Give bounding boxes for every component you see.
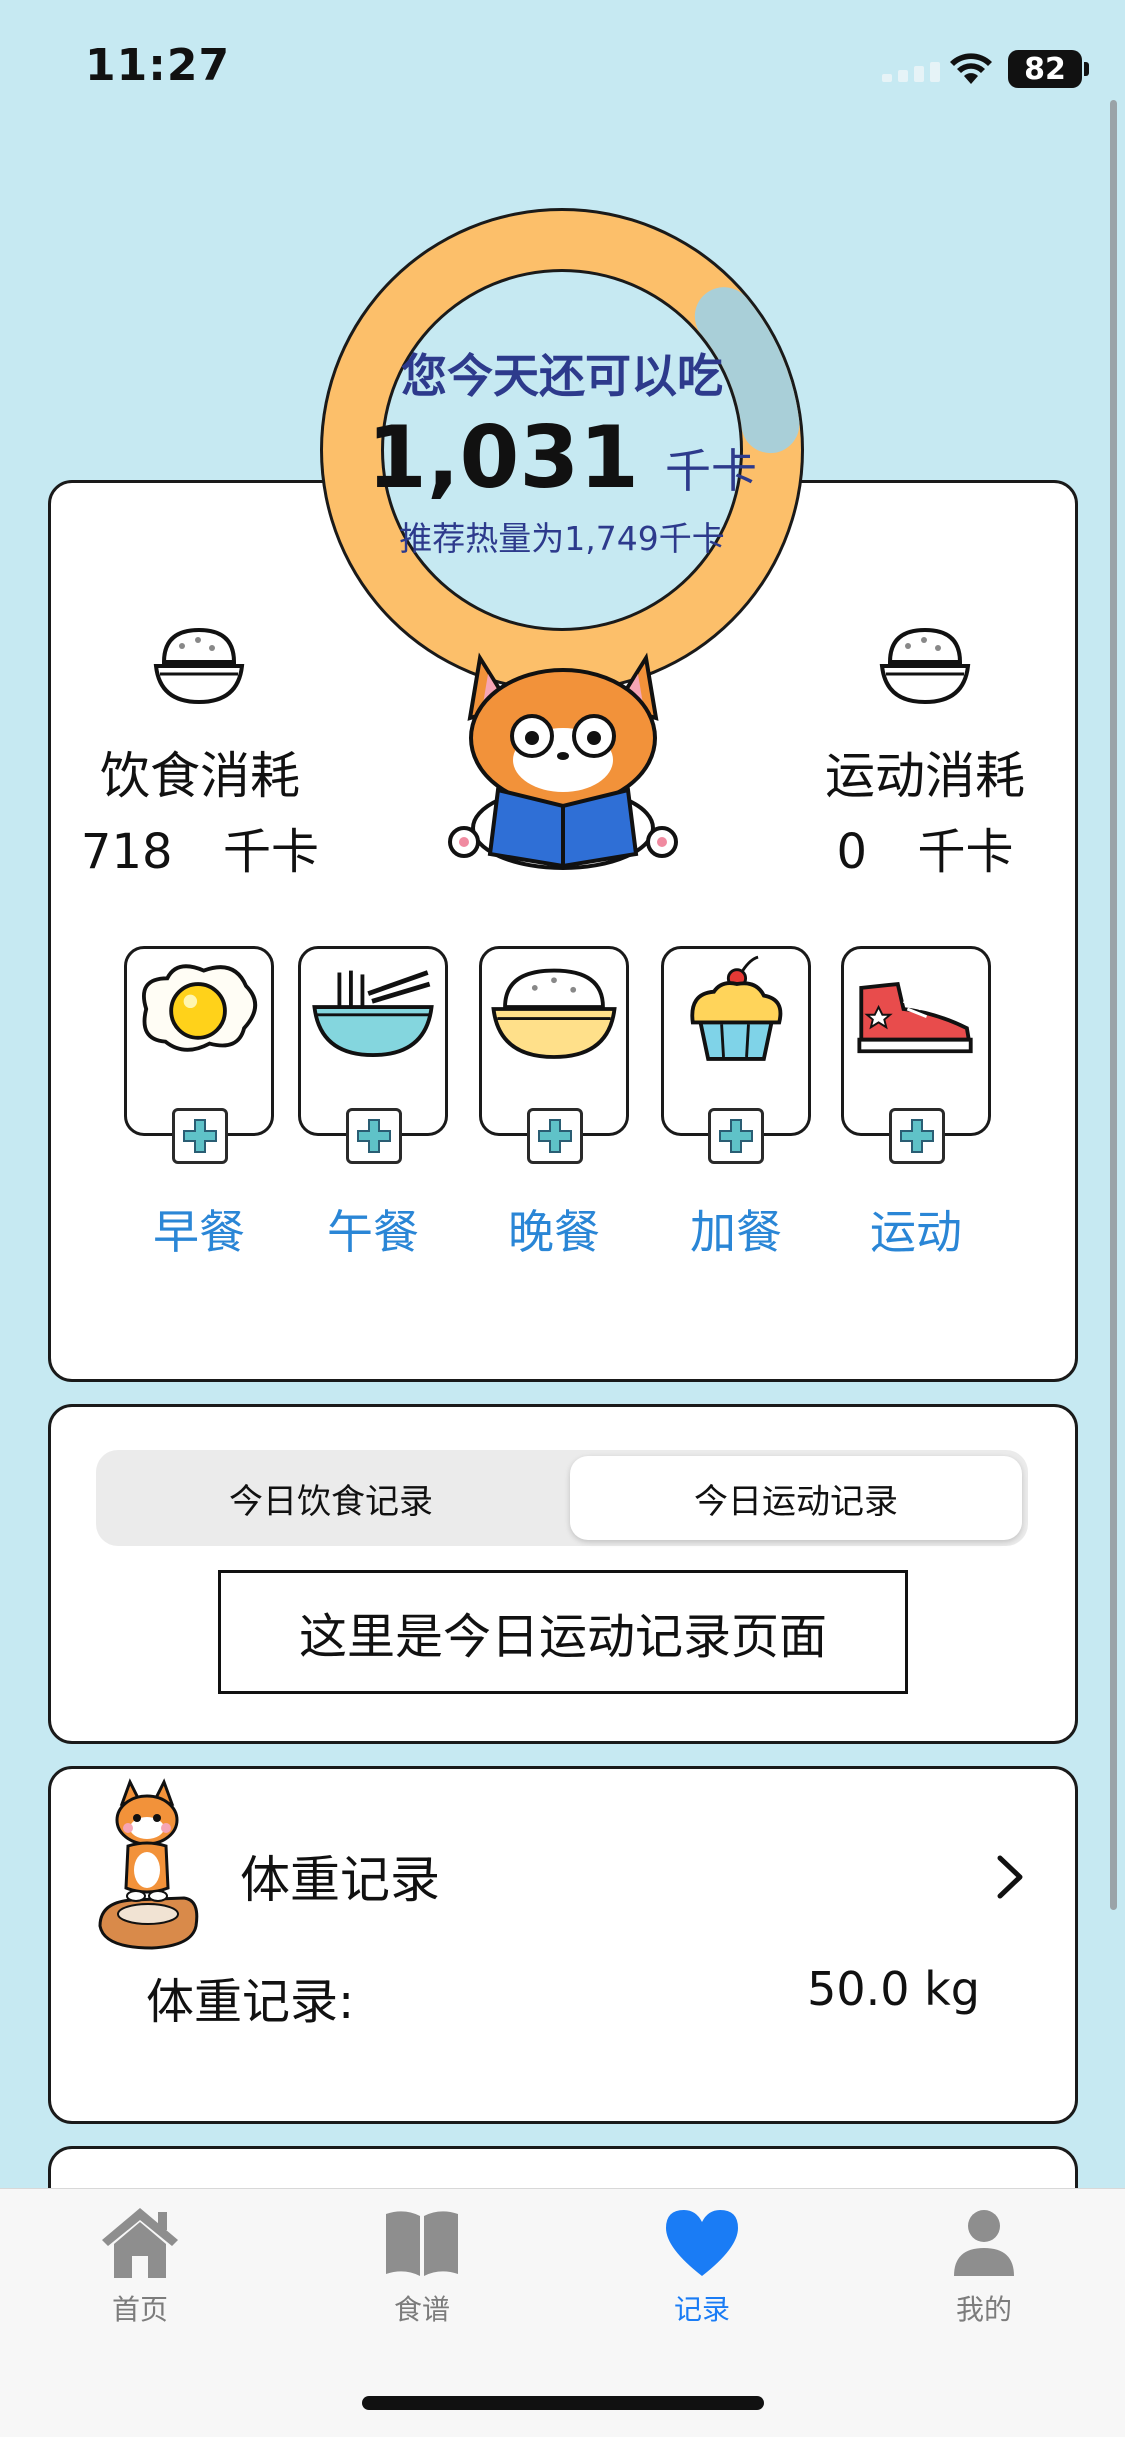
remaining-value: 1,031: [366, 408, 640, 508]
tab-records-label: 记录: [673, 2293, 730, 2326]
plus-icon: [538, 1119, 572, 1153]
plus-icon: [719, 1119, 753, 1153]
cupcake-icon: [690, 955, 783, 1061]
cat-on-scale-icon: [98, 1778, 199, 1950]
weight-value: 50.0 kg: [807, 1962, 980, 2016]
tab-recipes[interactable]: 食谱: [332, 2204, 512, 2328]
cellular-signal-icon: [882, 62, 940, 82]
tab-profile[interactable]: 我的: [894, 2204, 1074, 2328]
remaining-unit: 千卡: [665, 444, 758, 498]
tab-records[interactable]: 记录: [612, 2204, 792, 2328]
noodle-bowl-icon: [312, 970, 434, 1058]
add-dinner-button[interactable]: [527, 1108, 583, 1164]
add-lunch-button[interactable]: [346, 1108, 402, 1164]
person-icon: [954, 2210, 1014, 2276]
book-icon: [386, 2211, 458, 2276]
tab-exercise-records[interactable]: 今日运动记录: [570, 1456, 1022, 1540]
exercise-value: 0 千卡: [836, 824, 1014, 880]
tab-profile-label: 我的: [955, 2293, 1012, 2326]
exercise-label: 运动消耗: [825, 747, 1025, 805]
rice-bowl-icon: [153, 627, 245, 705]
rice-bowl-icon: [491, 968, 617, 1059]
intake-label: 饮食消耗: [100, 747, 300, 805]
meal-label-breakfast[interactable]: 早餐: [114, 1196, 284, 1262]
plus-icon: [183, 1119, 217, 1153]
recommended-calories: 推荐热量为1,749千卡: [399, 519, 725, 558]
weight-card[interactable]: [48, 1766, 1078, 2124]
sneaker-icon: [857, 981, 973, 1054]
tab-diet-records[interactable]: 今日饮食记录: [96, 1450, 566, 1546]
weight-card-title: 体重记录: [240, 1851, 440, 1909]
house-icon: [102, 2208, 178, 2278]
scroll-indicator[interactable]: [1110, 100, 1117, 1910]
cat-mascot-icon: [448, 652, 678, 870]
chevron-right-icon[interactable]: [990, 1852, 1030, 1902]
fried-egg-icon: [142, 964, 258, 1052]
add-snack-button[interactable]: [708, 1108, 764, 1164]
add-breakfast-button[interactable]: [172, 1108, 228, 1164]
tab-home-label: 首页: [111, 2293, 168, 2326]
remaining-row: 1,031 千卡: [290, 408, 834, 508]
heart-icon: [666, 2210, 738, 2276]
rice-bowl-icon: [879, 627, 971, 705]
meal-label-dinner[interactable]: 晚餐: [469, 1196, 639, 1262]
status-time: 11:27: [85, 40, 231, 91]
meal-label-snack[interactable]: 加餐: [651, 1196, 821, 1262]
battery-indicator: 82: [1008, 50, 1082, 88]
plus-icon: [900, 1119, 934, 1153]
tab-home[interactable]: 首页: [50, 2204, 230, 2328]
home-indicator[interactable]: [362, 2396, 764, 2410]
tab-recipes-label: 食谱: [393, 2293, 450, 2326]
weight-label: 体重记录:: [146, 1974, 355, 2030]
meal-label-lunch[interactable]: 午餐: [288, 1196, 458, 1262]
meal-label-exercise[interactable]: 运动: [831, 1196, 1001, 1262]
records-content: 这里是今日运动记录页面: [218, 1570, 908, 1694]
intake-value: 718 千卡: [80, 824, 320, 880]
add-exercise-button[interactable]: [889, 1108, 945, 1164]
remaining-title: 您今天还可以吃: [401, 349, 723, 403]
battery-tip: [1084, 62, 1089, 76]
wifi-icon: [950, 53, 992, 84]
plus-icon: [357, 1119, 391, 1153]
